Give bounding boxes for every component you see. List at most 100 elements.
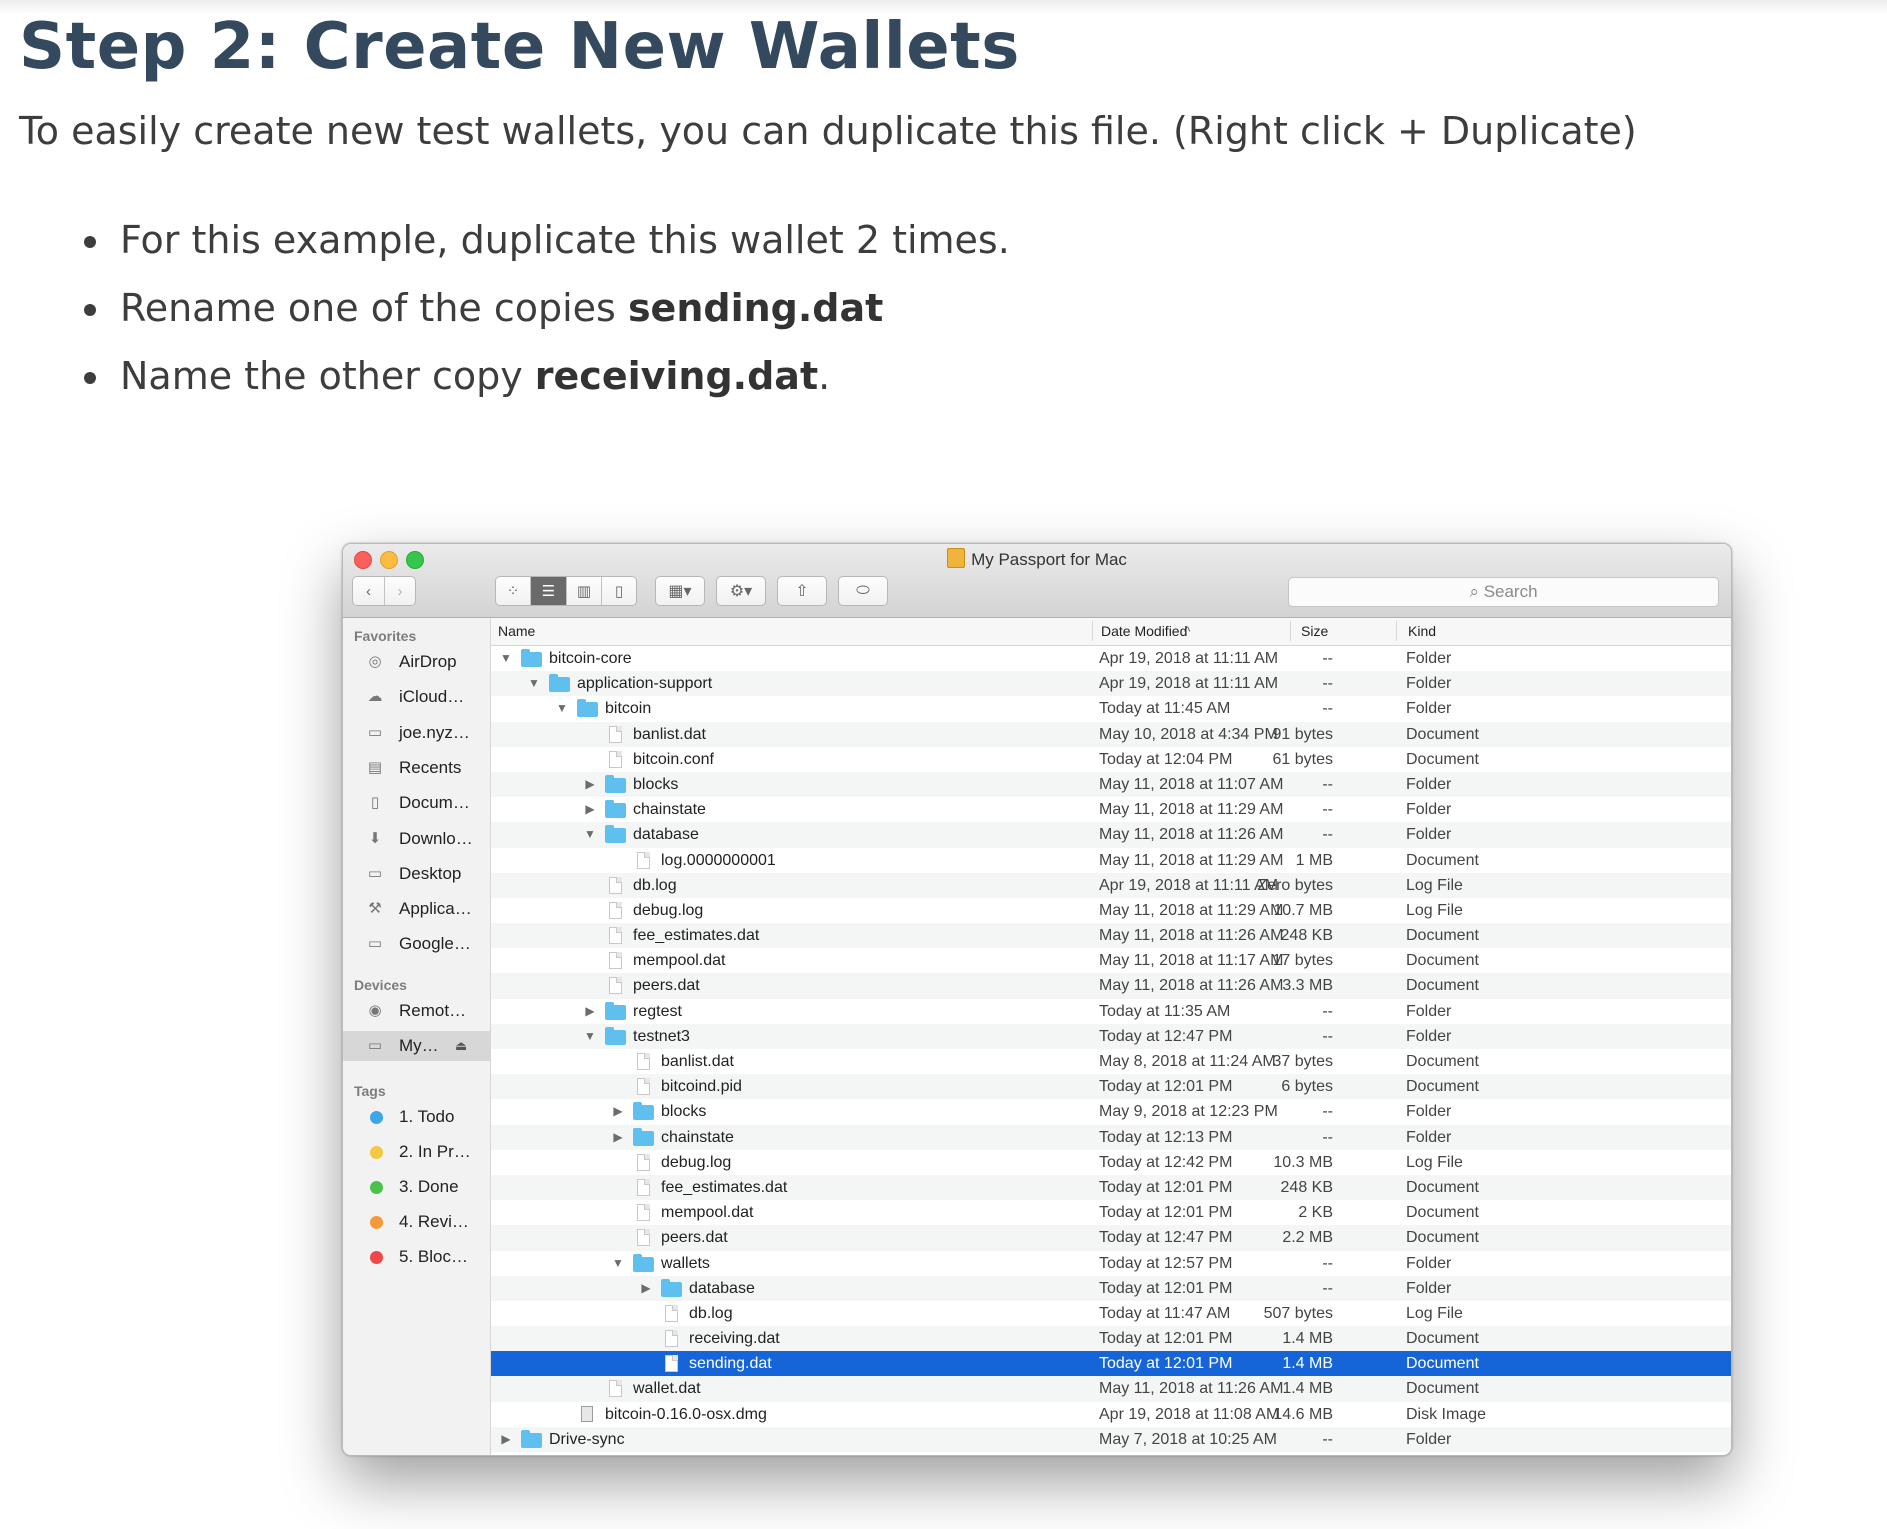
back-button[interactable]: ‹ xyxy=(353,577,384,605)
file-row[interactable]: fee_estimates.dat May 11, 2018 at 11:26 A… xyxy=(491,923,1731,949)
sidebar-item[interactable]: ▭ Desktop xyxy=(343,859,490,889)
sidebar-item[interactable]: ⚒ Applica… xyxy=(343,894,490,924)
file-kind: Folder xyxy=(1406,1128,1452,1146)
tag-icon: ⬭ xyxy=(856,582,870,599)
column-divider[interactable] xyxy=(1092,621,1093,641)
file-row[interactable]: ▼ database May 11, 2018 at 11:26 AM -- Folde… xyxy=(491,822,1731,848)
disclosure-open-icon[interactable]: ▼ xyxy=(555,696,569,721)
list-view-button[interactable]: ☰ xyxy=(530,577,566,605)
forward-button[interactable]: › xyxy=(383,577,415,605)
disclosure-closed-icon[interactable]: ▶ xyxy=(583,999,597,1024)
share-button[interactable]: ⇧ xyxy=(777,576,827,606)
sidebar-item[interactable]: ▭ Google… xyxy=(343,929,490,959)
disclosure-open-icon[interactable]: ▼ xyxy=(527,671,541,696)
sidebar-item[interactable]: ▭ My… ⏏ xyxy=(343,1031,490,1061)
tags-button[interactable]: ⬭ xyxy=(838,576,888,606)
disclosure-closed-icon[interactable]: ▶ xyxy=(639,1276,653,1301)
disclosure-open-icon[interactable]: ▼ xyxy=(583,1024,597,1049)
file-row[interactable]: peers.dat May 11, 2018 at 11:26 AM 3.3 MB D… xyxy=(491,973,1731,999)
disclosure-open-icon[interactable]: ▼ xyxy=(583,822,597,847)
sidebar-section-header: Devices xyxy=(354,977,407,993)
search-input[interactable]: ⌕ Search xyxy=(1288,577,1719,607)
folder-icon xyxy=(633,1102,654,1121)
file-row[interactable]: ▶ regtest Today at 11:35 AM -- Folder xyxy=(491,999,1731,1024)
recents-icon: ▤ xyxy=(367,758,383,776)
disclosure-closed-icon[interactable]: ▶ xyxy=(583,797,597,822)
disclosure-closed-icon[interactable]: ▶ xyxy=(499,1427,513,1452)
sidebar-item[interactable]: ◎ AirDrop xyxy=(343,647,490,677)
cover-flow-button[interactable]: ▯ xyxy=(600,577,636,605)
file-row[interactable]: debug.log May 11, 2018 at 11:29 AM 10.7 MB… xyxy=(491,898,1731,923)
sidebar-item[interactable]: ⬇ Downlo… xyxy=(343,824,490,854)
file-row[interactable]: mempool.dat May 11, 2018 at 11:17 AM 17 by… xyxy=(491,948,1731,973)
file-row[interactable]: ▼ bitcoin-core Apr 19, 2018 at 11:11 AM -- F… xyxy=(491,646,1731,671)
sidebar-item[interactable]: ◉ Remot… xyxy=(343,996,490,1026)
column-header-date[interactable]: Date Modified xyxy=(1101,623,1187,639)
sidebar-item[interactable]: 3. Done xyxy=(343,1172,490,1202)
eject-icon[interactable]: ⏏ xyxy=(455,1031,467,1061)
file-row[interactable]: wallet.dat May 11, 2018 at 11:26 AM 1.4 MB… xyxy=(491,1376,1731,1402)
file-name: peers.dat xyxy=(633,977,700,995)
file-name: log.0000000001 xyxy=(661,851,776,869)
file-row[interactable]: mempool.dat Today at 12:01 PM 2 KB Document xyxy=(491,1200,1731,1225)
sidebar-item[interactable]: ▯ Docum… xyxy=(343,788,490,818)
column-header-size[interactable]: Size xyxy=(1301,623,1328,639)
group-by-button[interactable]: ▦▾ xyxy=(655,576,705,606)
file-row[interactable]: bitcoind.pid Today at 12:01 PM 6 bytes Docu… xyxy=(491,1074,1731,1100)
sidebar-item[interactable]: ▤ Recents xyxy=(343,753,490,783)
file-row[interactable]: ▼ testnet3 Today at 12:47 PM -- Folder xyxy=(491,1023,1731,1049)
file-row[interactable]: db.log Apr 19, 2018 at 11:11 AM Zero bytes… xyxy=(491,872,1731,898)
applications-icon: ⚒ xyxy=(368,900,382,918)
file-row[interactable]: ▶ chainstate May 11, 2018 at 11:29 AM -- Fol… xyxy=(491,797,1731,822)
file-row[interactable]: ▶ database Today at 12:01 PM -- Folder xyxy=(491,1275,1731,1301)
column-divider[interactable] xyxy=(1396,621,1397,641)
column-header-kind[interactable]: Kind xyxy=(1408,623,1436,639)
column-divider[interactable] xyxy=(1290,621,1291,641)
filename-emphasis: receiving.dat xyxy=(534,354,819,398)
action-menu-button[interactable]: ⚙▾ xyxy=(716,576,766,606)
sidebar-item[interactable]: 1. Todo xyxy=(343,1102,490,1132)
sidebar-item[interactable]: 4. Revi… xyxy=(343,1207,490,1237)
sidebar-item[interactable]: 5. Bloc… xyxy=(343,1242,490,1272)
file-row[interactable]: ▼ bitcoin Today at 11:45 AM -- Folder xyxy=(491,696,1731,721)
disclosure-closed-icon[interactable]: ▶ xyxy=(611,1125,625,1150)
date-modified: Today at 12:01 PM xyxy=(1099,1330,1233,1348)
list-item: For this example, duplicate this wallet … xyxy=(80,206,1010,274)
file-row[interactable]: ▼ application-support Apr 19, 2018 at 11:1… xyxy=(491,671,1731,697)
sidebar-item[interactable]: ☁ iCloud… xyxy=(343,682,490,712)
file-row[interactable]: sending.dat Today at 12:01 PM 1.4 MB Docume… xyxy=(491,1351,1731,1377)
file-name: bitcoin xyxy=(605,700,652,718)
file-row[interactable]: bitcoin-0.16.0-osx.dmg Apr 19, 2018 at 11… xyxy=(491,1402,1731,1427)
file-row[interactable]: banlist.dat May 8, 2018 at 11:24 AM 37 byt… xyxy=(491,1049,1731,1074)
sidebar-item[interactable]: ▭ joe.nyz… xyxy=(343,718,490,748)
file-kind: Document xyxy=(1406,750,1479,768)
icon-view-button[interactable]: ⁘ xyxy=(496,577,530,605)
file-row[interactable]: ▶ blocks May 9, 2018 at 12:23 PM -- Folder xyxy=(491,1099,1731,1124)
file-row[interactable]: bitcoin.conf Today at 12:04 PM 61 bytes Doc… xyxy=(491,747,1731,772)
file-row[interactable]: receiving.dat Today at 12:01 PM 1.4 MB Docu… xyxy=(491,1326,1731,1352)
disclosure-open-icon[interactable]: ▼ xyxy=(611,1251,625,1276)
file-row[interactable]: peers.dat Today at 12:47 PM 2.2 MB Document xyxy=(491,1225,1731,1251)
disclosure-closed-icon[interactable]: ▶ xyxy=(583,772,597,797)
file-row[interactable]: debug.log Today at 12:42 PM 10.3 MB Log Fil… xyxy=(491,1150,1731,1175)
file-name: debug.log xyxy=(661,1153,732,1171)
file-row[interactable]: ▶ Drive-sync May 7, 2018 at 10:25 AM -- Fold… xyxy=(491,1426,1731,1452)
column-view-button[interactable]: ▥ xyxy=(565,577,601,605)
column-header-name[interactable]: Name xyxy=(498,623,535,639)
disclosure-closed-icon[interactable]: ▶ xyxy=(611,1099,625,1124)
date-modified: Today at 12:57 PM xyxy=(1099,1254,1233,1272)
file-size: 2.2 MB xyxy=(1282,1229,1333,1247)
file-row[interactable]: log.0000000001 May 11, 2018 at 11:29 AM 1 … xyxy=(491,848,1731,873)
disclosure-open-icon[interactable]: ▼ xyxy=(499,646,513,671)
document-icon xyxy=(665,1330,678,1348)
file-row[interactable]: banlist.dat May 10, 2018 at 4:34 PM 91 byt… xyxy=(491,721,1731,747)
folder-icon xyxy=(633,1253,654,1272)
file-row[interactable]: ▶ chainstate Today at 12:13 PM -- Folder xyxy=(491,1124,1731,1150)
file-row[interactable]: fee_estimates.dat Today at 12:01 PM 248 KB… xyxy=(491,1174,1731,1201)
file-row[interactable]: db.log Today at 11:47 AM 507 bytes Log File xyxy=(491,1301,1731,1326)
file-row[interactable]: ▶ blocks May 11, 2018 at 11:07 AM -- Folder xyxy=(491,771,1731,798)
airdrop-icon: ◎ xyxy=(368,653,382,670)
sidebar-item[interactable]: 2. In Pr… xyxy=(343,1137,490,1167)
page-title: Step 2: Create New Wallets xyxy=(19,10,1020,84)
file-row[interactable]: ▼ wallets Today at 12:57 PM -- Folder xyxy=(491,1251,1731,1276)
